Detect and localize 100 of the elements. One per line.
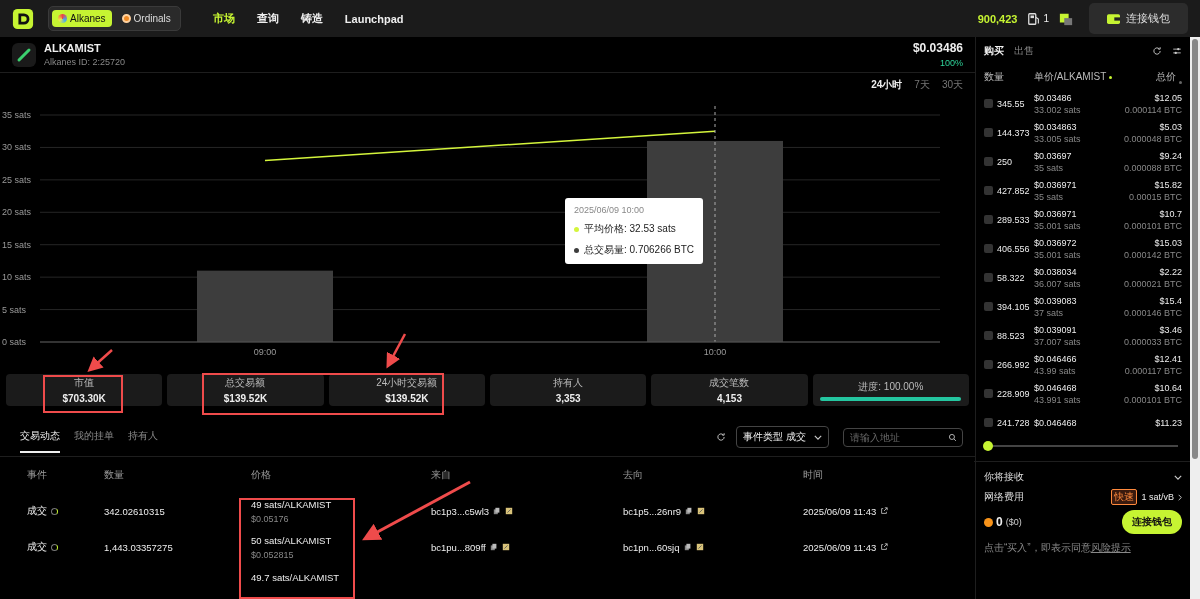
total-price-btc: 0.00015 BTC	[1128, 191, 1182, 202]
listing-amount: 144.373	[997, 127, 1030, 138]
total-price: $15.03	[1154, 237, 1182, 248]
token-price: $0.03486	[912, 41, 963, 55]
tooltip-value: 总交易量: 0.706266 BTC	[584, 243, 695, 257]
unit-price: $0.034863	[1034, 121, 1078, 132]
connect-wallet-button[interactable]: 连接钱包	[1089, 3, 1188, 34]
connect-wallet-button[interactable]: 连接钱包	[1122, 510, 1182, 534]
wallet-address[interactable]: bc1pn...60sjq	[623, 541, 680, 553]
address-search-field[interactable]: 请输入地址	[843, 427, 963, 447]
stat-label: 市值	[74, 376, 95, 390]
unit-price-sats: 43.991 sats	[1034, 394, 1082, 405]
column-header: 事件	[27, 468, 48, 482]
listing-amount: 345.55	[997, 98, 1025, 109]
column-header: 价格	[251, 468, 272, 482]
chevron-right-icon[interactable]	[1178, 493, 1182, 501]
axis-label: 09:00	[253, 347, 277, 357]
unit-price-sats: 43.99 sats	[1034, 365, 1077, 376]
stat-value: 3,353	[555, 393, 581, 404]
row-checkbox[interactable]	[984, 99, 993, 108]
nav-link[interactable]: 查询	[256, 11, 279, 26]
order-tab[interactable]: 购买	[984, 44, 1004, 58]
unit-price: $0.036972	[1034, 237, 1078, 248]
unit-price-sats: 37 sats	[1034, 307, 1065, 318]
external-link-icon[interactable]	[880, 507, 889, 515]
chevron-down-icon[interactable]	[1174, 474, 1182, 480]
filter-sliders-icon[interactable]	[1172, 46, 1182, 56]
event-type: 成交	[27, 540, 47, 554]
copy-icon[interactable]	[493, 507, 502, 515]
notepad-icon[interactable]	[505, 507, 514, 515]
stat-value: 4,153	[716, 393, 742, 404]
sort-icon[interactable]	[1109, 75, 1113, 79]
token-icon	[12, 42, 36, 67]
row-checkbox[interactable]	[984, 273, 993, 282]
row-checkbox[interactable]	[984, 244, 993, 253]
listing-amount: 241.728	[997, 417, 1030, 428]
order-tab[interactable]: 出售	[1014, 44, 1034, 58]
slider-thumb[interactable]	[983, 441, 993, 451]
wallet-address[interactable]: bc1pu...809ff	[431, 541, 486, 553]
search-icon[interactable]	[948, 432, 957, 442]
receive-amount: 0	[996, 515, 1003, 529]
nav-link[interactable]: 铸造	[300, 11, 323, 26]
notepad-icon[interactable]	[501, 543, 510, 551]
refresh-icon[interactable]	[716, 430, 727, 444]
tooltip-date: 2025/06/09 10:00	[574, 205, 646, 215]
total-price-btc: 0.000101 BTC	[1123, 220, 1182, 231]
activity-tab[interactable]: 交易动态	[20, 429, 60, 453]
risk-link[interactable]: 风险提示	[1090, 542, 1131, 553]
network-tab[interactable]: Ordinals	[115, 10, 177, 27]
copy-icon[interactable]	[685, 507, 694, 515]
fee-rate[interactable]: 1 sat/vB	[1141, 492, 1174, 502]
nav-link[interactable]: 市场	[212, 11, 235, 26]
wallet-icon[interactable]	[1059, 11, 1073, 26]
event-type-dropdown[interactable]: 事件类型 成交	[736, 426, 829, 448]
network-tab[interactable]: Alkanes	[52, 10, 112, 27]
axis-label: 35 sats	[2, 110, 32, 120]
timeframe-tab[interactable]: 7天	[914, 78, 930, 92]
row-checkbox[interactable]	[984, 389, 993, 398]
activity-tab[interactable]: 我的挂单	[74, 429, 114, 453]
timeframe-tab[interactable]: 24小时	[871, 78, 903, 92]
row-checkbox[interactable]	[984, 128, 993, 137]
notepad-icon[interactable]	[697, 507, 706, 515]
total-price: $11.23	[1155, 417, 1182, 428]
stat-value: $139.52K	[385, 393, 429, 404]
copy-icon[interactable]	[683, 543, 692, 551]
unit-price-sats: 36.007 sats	[1034, 278, 1082, 289]
row-checkbox[interactable]	[984, 186, 993, 195]
unit-price: $0.03697	[1034, 150, 1073, 161]
total-price: $12.05	[1154, 92, 1182, 103]
wallet-address[interactable]: bc1p5...26nr9	[623, 505, 682, 517]
row-checkbox[interactable]	[984, 360, 993, 369]
unit-price: $0.046468	[1034, 417, 1078, 428]
column-header[interactable]: 总价	[1156, 70, 1176, 84]
total-price: $12.41	[1154, 353, 1182, 364]
logo-icon[interactable]	[12, 7, 34, 30]
external-link-icon[interactable]	[880, 543, 889, 551]
row-checkbox[interactable]	[984, 157, 993, 166]
copy-icon[interactable]	[489, 543, 498, 551]
axis-label: 30 sats	[2, 142, 32, 153]
scrollbar-thumb[interactable]	[1192, 39, 1198, 459]
activity-tab[interactable]: 持有人	[128, 429, 158, 453]
stat-value: $139.52K	[223, 393, 268, 404]
unit-price: $0.03486	[1034, 92, 1073, 103]
timeframe-tab[interactable]: 30天	[941, 78, 963, 92]
trade-price: 50 sats/ALKAMIST	[251, 534, 332, 546]
row-checkbox[interactable]	[984, 215, 993, 224]
receive-label: 你将接收	[984, 470, 1024, 484]
wallet-address[interactable]: bc1p3...c5wl3	[431, 505, 490, 517]
row-checkbox[interactable]	[984, 302, 993, 311]
row-checkbox[interactable]	[984, 418, 993, 427]
column-header[interactable]: 单价/ALKAMIST	[1034, 70, 1107, 84]
trade-time: 2025/06/09 11:43	[803, 541, 877, 553]
points-count: 900,423	[977, 12, 1018, 25]
fee-speed-tag[interactable]: 快速	[1111, 489, 1138, 505]
refresh-icon[interactable]	[1152, 46, 1162, 56]
row-checkbox[interactable]	[984, 331, 993, 340]
notepad-icon[interactable]	[695, 543, 704, 551]
nav-link[interactable]: Launchpad	[344, 12, 404, 25]
coin-icon	[984, 517, 993, 527]
listing-amount: 88.523	[997, 330, 1025, 341]
